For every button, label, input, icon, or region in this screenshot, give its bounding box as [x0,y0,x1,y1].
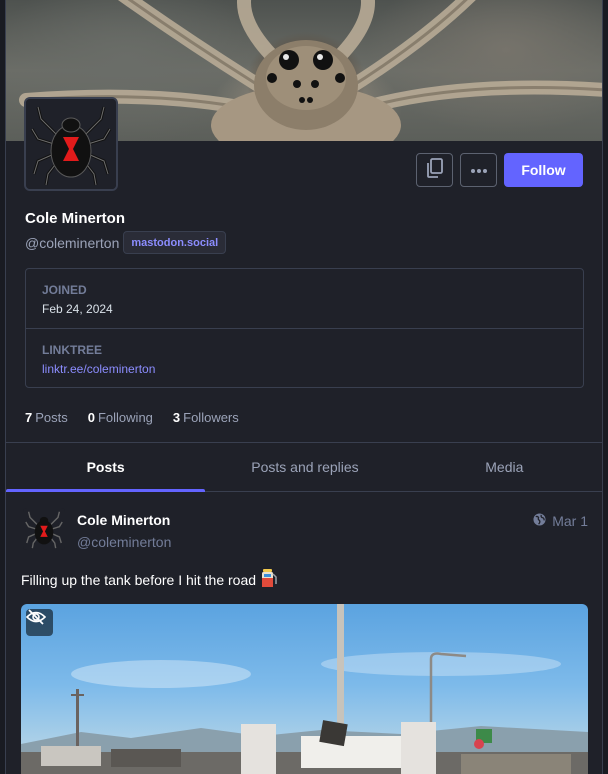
hide-media-button[interactable] [26,609,53,636]
field-label: JOINED [42,283,87,297]
following-count[interactable]: 0 Following [88,410,153,425]
tab-posts-and-replies[interactable]: Posts and replies [205,443,404,491]
profile-account-row: @coleminerton mastodon.social [25,231,227,254]
ellipsis-icon [470,161,488,179]
field-value: Feb 24, 2024 [42,302,113,316]
field-label: LINKTREE [42,343,102,357]
follow-button[interactable]: Follow [504,153,583,187]
profile-acct: @coleminerton [25,234,120,251]
profile-display-name: Cole Minerton [25,210,125,227]
profile-avatar[interactable] [24,97,118,191]
tab-posts[interactable]: Posts [6,443,206,492]
followers-count[interactable]: 3 Followers [173,410,239,425]
linktree-link[interactable]: linktr.ee/coleminerton [42,362,567,376]
status-date[interactable]: Mar 1 [552,513,588,529]
status-text: Filling up the tank before I hit the roa… [21,571,257,588]
profile-counts: 7 Posts 0 Following 3 Followers [25,410,239,425]
copy-link-button[interactable] [416,153,453,187]
status-acct[interactable]: @coleminerton [77,534,171,550]
fuel-pump-icon [260,568,278,591]
status-item[interactable]: Cole Minerton @coleminerton Mar 1 Fillin… [6,492,602,774]
tab-media[interactable]: Media [405,443,602,491]
status-avatar[interactable] [23,508,65,550]
domain-badge[interactable]: mastodon.social [123,231,227,254]
status-media[interactable] [21,604,588,774]
posts-count[interactable]: 7 Posts [25,410,68,425]
profile-tabs: Posts Posts and replies Media [6,442,602,492]
more-options-button[interactable] [460,153,497,187]
copy-icon [426,157,444,183]
field-linktree: LINKTREE linktr.ee/coleminerton [26,328,583,388]
profile-fields: JOINED Feb 24, 2024 LINKTREE linktr.ee/c… [25,268,584,388]
globe-icon [533,513,546,529]
status-meta: Mar 1 [533,513,588,529]
status-content: Filling up the tank before I hit the roa… [21,568,278,591]
profile-column: Follow Cole Minerton @coleminerton masto… [5,0,603,774]
field-joined: JOINED Feb 24, 2024 [26,269,583,328]
status-display-name[interactable]: Cole Minerton [77,512,170,528]
